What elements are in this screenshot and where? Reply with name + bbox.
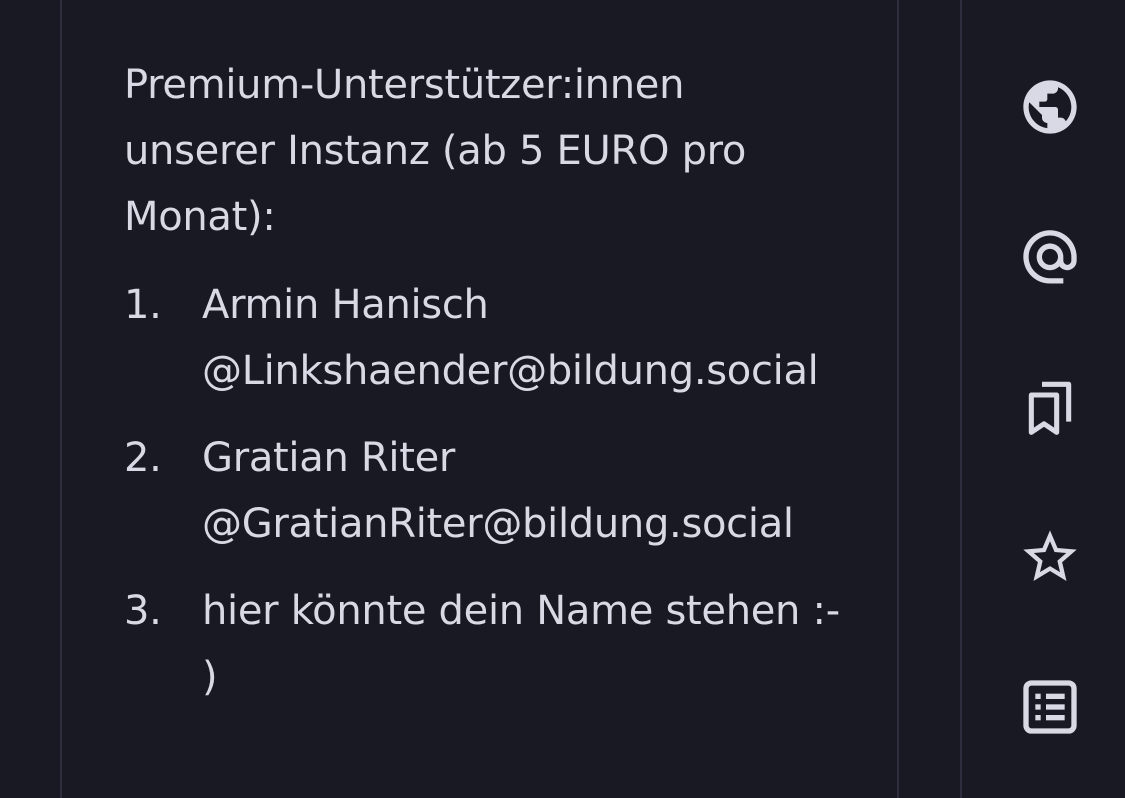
list-item-number: 3. — [124, 588, 162, 634]
lists-button[interactable] — [1015, 672, 1085, 742]
supporters-list: 1. Armin Hanisch @Linkshaender@bildung.s… — [124, 272, 864, 710]
navigation-rail — [1000, 0, 1100, 798]
list-item: 1. Armin Hanisch @Linkshaender@bildung.s… — [124, 272, 864, 404]
app-screen: Premium-Unterstützer:innen unserer Insta… — [0, 0, 1125, 798]
list-item-number: 1. — [124, 282, 162, 328]
list-item-text: Gratian Riter @GratianRiter@bildung.soci… — [202, 425, 864, 557]
supporter-name: Armin Hanisch — [202, 282, 489, 328]
column-divider-right — [897, 0, 899, 798]
mentions-button[interactable] — [1015, 222, 1085, 292]
post-intro: Premium-Unterstützer:innen unserer Insta… — [124, 62, 747, 240]
supporter-handle: @GratianRiter@bildung.social — [202, 501, 794, 547]
favourites-button[interactable] — [1015, 522, 1085, 592]
sidebar-divider — [960, 0, 962, 798]
star-icon — [1023, 530, 1077, 581]
list-item-text: Armin Hanisch @Linkshaender@bildung.soci… — [202, 272, 864, 404]
bookmarks-button[interactable] — [1015, 372, 1085, 442]
post-content: Premium-Unterstützer:innen unserer Insta… — [124, 52, 864, 731]
placeholder-line: hier könnte dein Name stehen :- — [202, 588, 840, 634]
globe-icon — [1023, 80, 1077, 134]
supporter-name: Gratian Riter — [202, 435, 456, 481]
at-mention-icon — [1023, 230, 1077, 284]
list-item: 3. hier könnte dein Name stehen :- ) — [124, 578, 864, 710]
federated-timeline-button[interactable] — [1015, 72, 1085, 142]
bookmarks-icon — [1028, 381, 1072, 435]
supporter-handle: @Linkshaender@bildung.social — [202, 348, 819, 394]
list-item-text: hier könnte dein Name stehen :- ) — [202, 578, 864, 710]
placeholder-line-end: ) — [202, 654, 218, 700]
list-item-number: 2. — [124, 435, 162, 481]
list-item: 2. Gratian Riter @GratianRiter@bildung.s… — [124, 425, 864, 557]
list-icon — [1023, 680, 1077, 734]
column-divider-left — [60, 0, 62, 798]
